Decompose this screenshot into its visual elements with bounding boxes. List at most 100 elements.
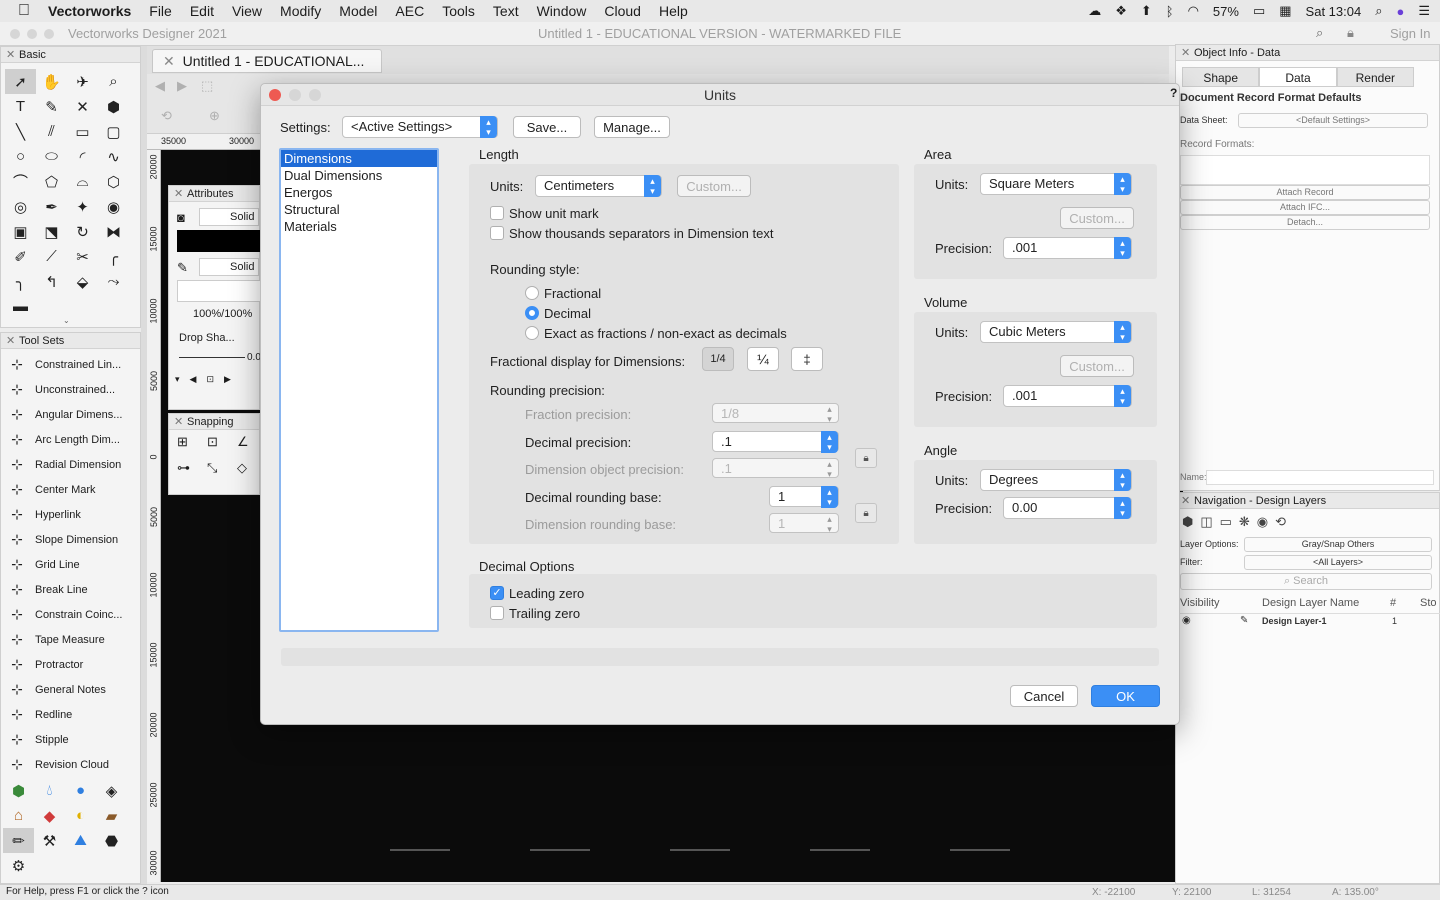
fillet-tool-icon[interactable]: ╭ (98, 244, 129, 269)
menu-help[interactable]: Help (650, 0, 697, 22)
document-tab[interactable]: ✕ Untitled 1 - EDUCATIONAL... (152, 49, 382, 73)
menu-text[interactable]: Text (484, 0, 528, 22)
object-tool-icon[interactable]: ▬ (5, 294, 36, 319)
polyline-tool-icon[interactable]: ⌒ (5, 169, 36, 194)
toolset-item[interactable]: ⊹ Hyperlink (1, 502, 140, 527)
site-planning-toolset-icon[interactable]: ⬢ (3, 778, 34, 803)
selection-tool-icon[interactable]: ➚ (5, 69, 36, 94)
area-precision-select[interactable]: .001 ▴ ▾ (1003, 237, 1132, 259)
menu-app[interactable]: Vectorworks (39, 0, 140, 22)
category-materials[interactable]: Materials (281, 218, 437, 235)
fill-icon[interactable]: ◙ (177, 210, 185, 225)
rounded-rectangle-tool-icon[interactable]: ▢ (98, 119, 129, 144)
opacity-field[interactable]: 100%/100% (193, 308, 252, 320)
toolset-item[interactable]: ⊹ Constrained Lin... (1, 352, 140, 377)
angle-precision-select[interactable]: 0.00 ▴ ▾ (1003, 497, 1132, 519)
line-weight-bar[interactable] (179, 357, 245, 358)
close-icon[interactable]: ✕ (6, 47, 15, 63)
angle-units-select[interactable]: Degrees ▴ ▾ (980, 469, 1132, 491)
attach-ifc-button[interactable]: Attach IFC... (1180, 200, 1430, 215)
fractional-radio[interactable] (525, 286, 539, 300)
category-structural[interactable]: Structural (281, 201, 437, 218)
arc-tool-icon[interactable]: ◜ (67, 144, 98, 169)
filter-select[interactable]: <All Layers> (1244, 555, 1432, 570)
exact-fractions-radio[interactable] (525, 326, 539, 340)
visualization-toolset-icon[interactable]: ● (65, 778, 96, 803)
undo-view-icon[interactable]: ⟲ (161, 108, 172, 124)
menu-file[interactable]: File (140, 0, 181, 22)
decimal-rounding-base-select[interactable]: 1 ▴ ▾ (769, 486, 839, 508)
visibility-eye-icon[interactable]: ◉ (1182, 615, 1191, 626)
search-input[interactable]: ⌕ Search (1180, 573, 1432, 590)
clip-tool-icon[interactable]: ▣ (5, 219, 36, 244)
back-arrow-icon[interactable]: ◀ (155, 78, 165, 94)
toolset-item[interactable]: ⊹ Grid Line (1, 552, 140, 577)
fraction-small-button[interactable]: ¼ (747, 347, 779, 371)
toolset-item[interactable]: ⊹ General Notes (1, 677, 140, 702)
settings-select[interactable]: <Active Settings> ▴ ▾ (342, 116, 498, 138)
toolset-item[interactable]: ⊹ Slope Dimension (1, 527, 140, 552)
callout-tool-icon[interactable]: ✎ (36, 94, 67, 119)
calendar-icon[interactable]: ▦ (1279, 3, 1291, 19)
toolset-item[interactable]: ⊹ Constrain Coinc... (1, 602, 140, 627)
snap-tangent-icon[interactable]: ◇ (237, 460, 247, 476)
control-center-icon[interactable]: ☰ (1418, 3, 1430, 19)
fraction-stacked-button[interactable]: ‡ (791, 347, 823, 371)
battery-text[interactable]: 57% (1213, 4, 1239, 19)
dims-notes-toolset-icon[interactable]: ◐ (65, 803, 96, 828)
siri-icon[interactable]: ● (1396, 4, 1404, 19)
offset-tool-icon[interactable]: ✐ (5, 244, 36, 269)
length-units-select[interactable]: Centimeters ▴ ▾ (535, 175, 662, 197)
show-thousands-checkbox[interactable] (490, 226, 504, 240)
volume-custom-button[interactable]: Custom... (1060, 355, 1134, 377)
bluetooth-icon[interactable]: ᛒ (1166, 4, 1174, 19)
ok-button[interactable]: OK (1091, 685, 1160, 707)
snap-intersection-icon[interactable]: ⊶ (177, 460, 190, 476)
category-energos[interactable]: Energos (281, 184, 437, 201)
double-polyline-tool-icon[interactable]: ⌓ (67, 169, 98, 194)
pen-style-select[interactable]: Solid (199, 258, 259, 276)
spiral-tool-icon[interactable]: ◎ (5, 194, 36, 219)
col-visibility[interactable]: Visibility (1180, 597, 1220, 609)
double-line-tool-icon[interactable]: ⫽ (36, 119, 67, 144)
volume-precision-select[interactable]: .001 ▴ ▾ (1003, 385, 1132, 407)
fraction-precision-select[interactable]: 1/8 ▴ ▾ (712, 403, 839, 424)
sign-in-link[interactable]: Sign In (1390, 26, 1430, 41)
save-button[interactable]: Save... (513, 116, 581, 138)
dim-object-precision-select[interactable]: .1 ▴ ▾ (712, 458, 839, 479)
forward-arrow-icon[interactable]: ▶ (177, 78, 187, 94)
split-tool-icon[interactable]: ⟋ (36, 244, 67, 269)
layer-options-select[interactable]: Gray/Snap Others (1244, 537, 1432, 552)
furniture-toolset-icon[interactable]: ⌂ (3, 803, 34, 828)
dialog-zoom-button[interactable] (309, 89, 321, 101)
fill-style-select[interactable]: Solid (199, 208, 259, 226)
tab-close-icon[interactable]: ✕ (163, 53, 175, 69)
toolset-item[interactable]: ⊹ Center Mark (1, 477, 140, 502)
category-dual-dimensions[interactable]: Dual Dimensions (281, 167, 437, 184)
close-icon[interactable]: ✕ (174, 186, 183, 202)
lock-icon[interactable]: 🔒︎ (1347, 25, 1354, 41)
area-custom-button[interactable]: Custom... (1060, 207, 1134, 229)
clock[interactable]: Sat 13:04 (1306, 4, 1362, 19)
locus-tool-icon[interactable]: ✕ (67, 94, 98, 119)
fasteners-toolset-icon[interactable]: ⚒ (34, 828, 65, 853)
menu-window[interactable]: Window (528, 0, 596, 22)
building-shell-toolset-icon[interactable]: ◈ (96, 778, 127, 803)
pen-icon[interactable]: ✎ (177, 260, 188, 276)
chamfer-tool-icon[interactable]: ╮ (5, 269, 36, 294)
menu-modify[interactable]: Modify (271, 0, 330, 22)
snap-distance-icon[interactable]: ⤡ (207, 460, 217, 476)
toolset-item[interactable]: ⊹ Redline (1, 702, 140, 727)
trailing-zero-checkbox[interactable] (490, 606, 504, 620)
menu-model[interactable]: Model (330, 0, 386, 22)
wifi-icon[interactable]: ◠ (1188, 3, 1199, 19)
menu-tools[interactable]: Tools (433, 0, 484, 22)
col-stories[interactable]: Sto (1420, 597, 1437, 609)
pan-tool-icon[interactable]: ✋ (36, 69, 67, 94)
attribute-mapping-tool-icon[interactable]: ✦ (67, 194, 98, 219)
tab-render[interactable]: Render (1336, 67, 1414, 87)
col-number[interactable]: # (1390, 597, 1396, 609)
snap-angle-icon[interactable]: ∠ (237, 434, 249, 450)
close-icon[interactable]: ✕ (174, 414, 183, 430)
cancel-button[interactable]: Cancel (1010, 685, 1078, 707)
